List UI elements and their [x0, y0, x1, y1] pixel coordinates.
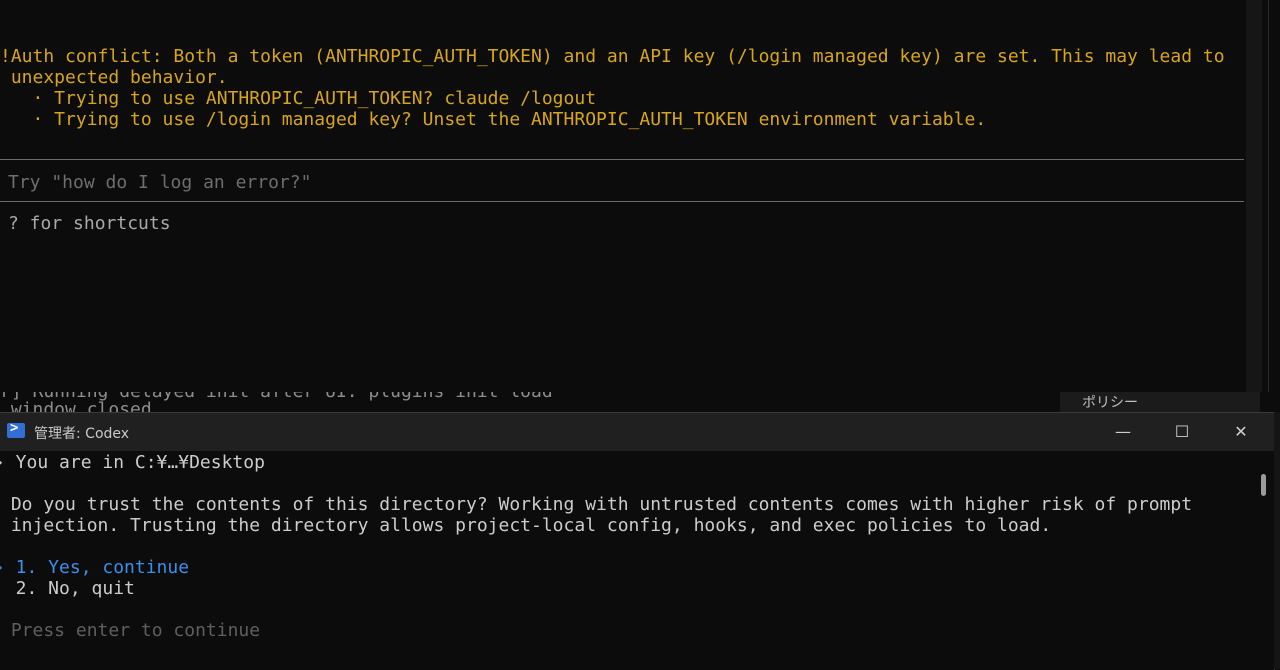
- prompt-top-border: [0, 159, 1244, 160]
- trust-question-line-1: Do you trust the contents of this direct…: [0, 494, 1193, 515]
- auth-warning-line-1: !Auth conflict: Both a token (ANTHROPIC_…: [0, 46, 1225, 67]
- background-window: r] Running delayed init after UI: plugin…: [0, 392, 1280, 412]
- maximize-button[interactable]: ☐: [1153, 413, 1211, 451]
- auth-warning-line-2: unexpected behavior.: [0, 67, 228, 88]
- top-scrollbar[interactable]: [1246, 0, 1262, 392]
- auth-warning-line-4: · Trying to use /login managed key? Unse…: [0, 109, 987, 130]
- close-button[interactable]: ✕: [1212, 413, 1270, 451]
- prompt-bottom-border: [0, 201, 1244, 202]
- auth-warning-line-3: · Trying to use ANTHROPIC_AUTH_TOKEN? cl…: [0, 88, 597, 109]
- desktop-edge: [1274, 412, 1280, 669]
- minimize-button[interactable]: —: [1094, 413, 1152, 451]
- shortcuts-hint: ? for shortcuts: [8, 213, 171, 234]
- claude-terminal-window[interactable]: !Auth conflict: Both a token (ANTHROPIC_…: [0, 0, 1269, 393]
- codex-terminal-window[interactable]: > 管理者: Codex — ☐ ✕ › You are in C:¥…¥Des…: [0, 412, 1275, 670]
- powershell-icon: >: [7, 420, 25, 438]
- option-no-quit[interactable]: 2. No, quit: [0, 578, 135, 599]
- background-log-line-2: window closed: [0, 399, 152, 413]
- prompt-input[interactable]: Try "how do I log an error?": [8, 172, 311, 193]
- background-tab-label: ポリシー: [1082, 395, 1138, 411]
- codex-titlebar[interactable]: > 管理者: Codex — ☐ ✕: [0, 413, 1274, 451]
- background-tab[interactable]: ポリシー: [1060, 392, 1260, 412]
- location-line: › You are in C:¥…¥Desktop: [0, 452, 265, 473]
- option-yes-continue[interactable]: › 1. Yes, continue: [0, 557, 189, 578]
- press-enter-hint: Press enter to continue: [0, 620, 261, 641]
- window-title: 管理者: Codex: [34, 426, 130, 442]
- trust-question-line-2: injection. Trusting the directory allows…: [0, 515, 1052, 536]
- codex-scrollbar-thumb[interactable]: [1261, 474, 1266, 496]
